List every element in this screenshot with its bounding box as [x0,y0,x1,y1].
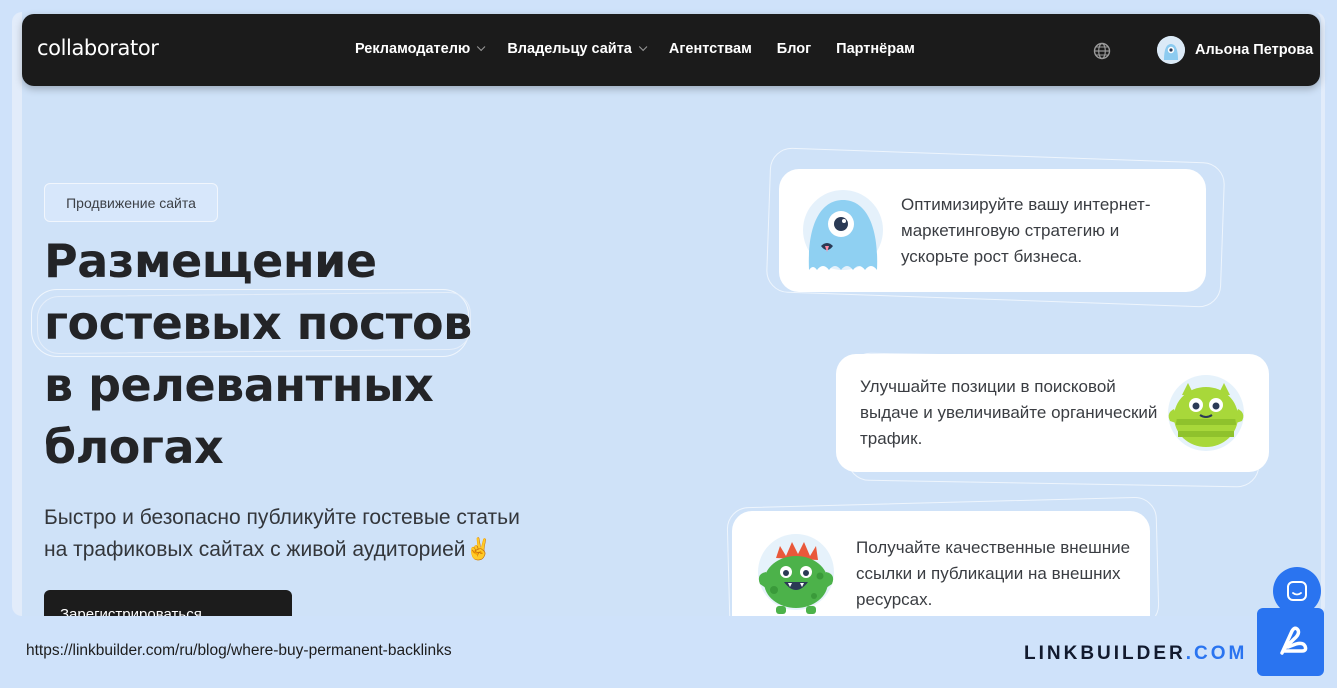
feature-card: Улучшайте позиции в поисковой выдаче и у… [836,354,1269,472]
green-spiky-monster-icon [758,534,834,614]
page-title: Размещение гостевых постов в релевантных… [44,230,584,478]
user-avatar-icon [1157,36,1185,64]
feature-card: Оптимизируйте вашу интернет-маркетингову… [779,169,1206,292]
nav-link-partners[interactable]: Партнёрам [836,41,915,57]
card-text: Улучшайте позиции в поисковой выдаче и у… [860,377,1158,448]
page-title-line: в релевантных [44,358,434,412]
avatar [1157,36,1185,64]
chevron-down-icon [638,42,648,52]
card-text: Оптимизируйте вашу интернет-маркетингову… [901,194,1151,266]
green-striped-monster-icon [1168,375,1244,451]
nav-link-label: Блог [776,41,812,57]
hero-subtitle-line: на трафиковых сайтах с живой аудиторией✌… [44,538,492,561]
nav-link-label: Партнёрам [836,41,915,57]
nav-menu: Рекламодателю Владельцу сайта Агентствам… [355,41,915,57]
card-text: Получайте качественные внешние ссылки и … [856,538,1131,609]
category-tag[interactable]: Продвижение сайта [44,183,218,222]
page-title-line: Размещение [44,234,377,288]
chat-icon [1287,581,1307,601]
hero-subtitle: Быстро и безопасно публикуйте гостевые с… [44,502,604,566]
brand-domain-text: .COM [1185,643,1248,664]
globe-icon[interactable] [1093,42,1111,60]
hero-subtitle-line: Быстро и безопасно публикуйте гостевые с… [44,506,520,529]
link-logo-icon [1279,626,1307,655]
source-url: https://linkbuilder.com/ru/blog/where-bu… [26,642,452,659]
page-title-line: гостевых постов [44,296,472,350]
user-name: Альона Петрова [1195,42,1314,58]
brand-name: LINKBUILDER.COM [1024,643,1247,665]
nav-link-blog[interactable]: Блог [777,41,811,57]
blue-one-eyed-monster-icon [803,189,883,270]
linkbuilder-logo-icon [1257,608,1324,676]
nav-link-advertisers[interactable]: Рекламодателю [355,41,486,57]
nav-link-label: Агентствам [668,41,752,57]
chevron-down-icon [477,42,486,52]
top-navbar: collaborator Рекламодателю Владельцу сай… [22,14,1320,86]
nav-link-agencies[interactable]: Агентствам [669,41,752,57]
nav-link-site-owners[interactable]: Владельцу сайта [507,41,648,57]
nav-link-label: Владельцу сайта [507,41,632,57]
site-logo[interactable]: collaborator [37,36,159,60]
page-title-line: блогах [44,420,224,474]
user-menu[interactable]: Альона Петрова [1157,36,1313,64]
nav-link-label: Рекламодателю [355,41,471,57]
brand-name-text: LINKBUILDER [1024,643,1186,664]
